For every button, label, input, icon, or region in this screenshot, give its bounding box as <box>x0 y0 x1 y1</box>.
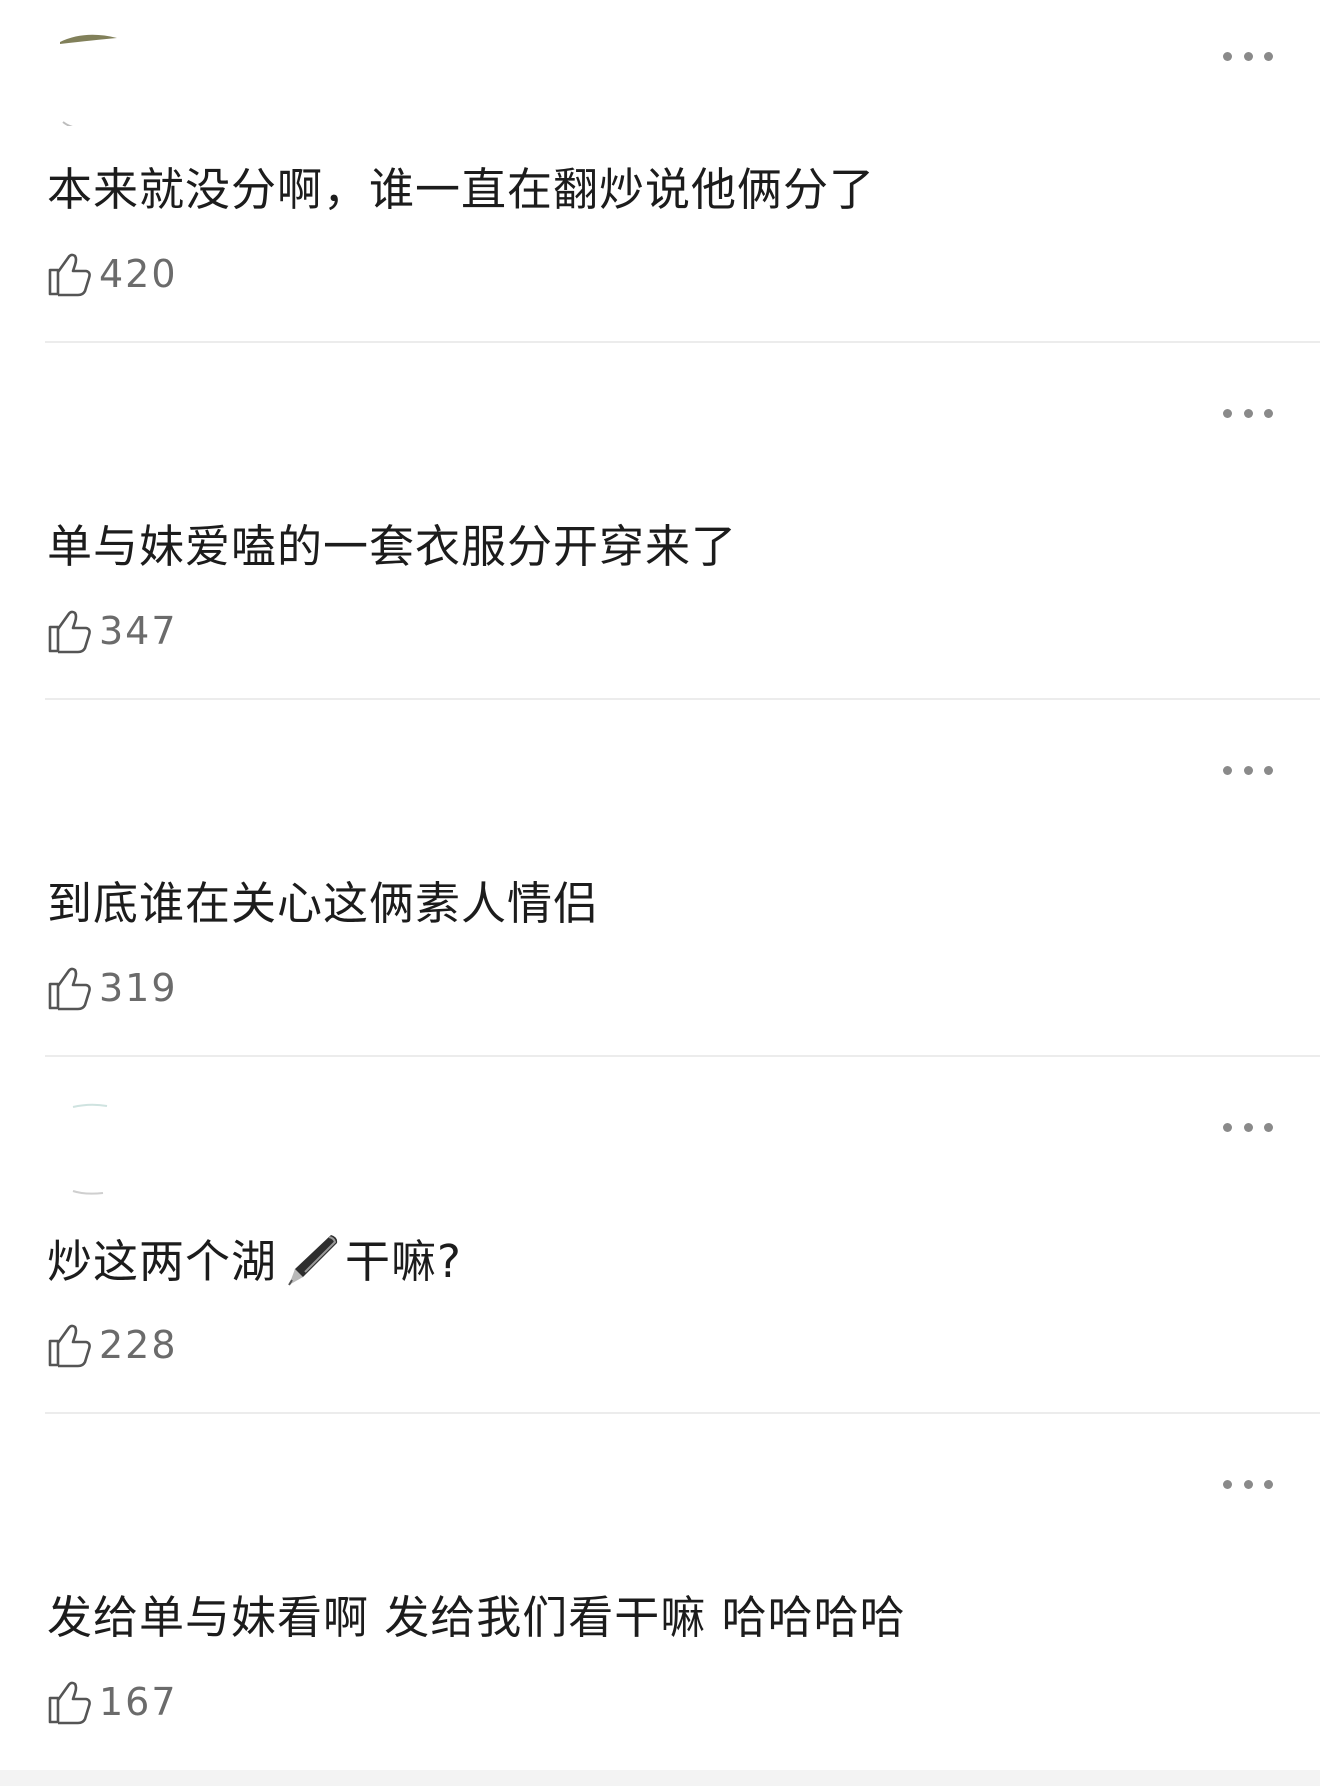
comment-item: 单与妹爱嗑的一套衣服分开穿来了 347 <box>0 357 1320 714</box>
more-dots-icon <box>1223 51 1232 61</box>
thumbs-up-icon <box>48 1681 91 1725</box>
more-dots-icon <box>1223 408 1232 418</box>
comment-text-part: 炒这两个湖 <box>47 1235 278 1288</box>
more-dots-icon <box>1223 1122 1232 1132</box>
divider <box>45 698 1320 700</box>
comment-text: 到底谁在关心这俩素人情侣 <box>47 877 600 930</box>
more-options-button[interactable] <box>1223 1472 1273 1496</box>
avatar[interactable] <box>55 1101 125 1197</box>
more-dots-icon <box>1223 1479 1232 1489</box>
thumbs-up-icon <box>48 610 91 654</box>
pen-emoji <box>288 1235 338 1286</box>
more-dots-icon <box>1223 765 1232 775</box>
like-count: 347 <box>99 609 178 653</box>
like-count: 319 <box>99 966 178 1010</box>
avatar[interactable] <box>55 30 125 126</box>
like-button[interactable]: 228 <box>47 1319 178 1371</box>
bottom-bar <box>0 1770 1320 1786</box>
like-button[interactable]: 167 <box>47 1676 178 1728</box>
comment-text: 本来就没分啊，谁一直在翻炒说他俩分了 <box>47 163 876 216</box>
divider <box>45 1412 1320 1414</box>
like-count: 167 <box>99 1680 178 1724</box>
comment-item: 发给单与妹看啊 发给我们看干嘛 哈哈哈哈 167 <box>0 1428 1320 1785</box>
like-count: 420 <box>99 252 178 296</box>
thumbs-up-icon <box>48 967 91 1011</box>
more-options-button[interactable] <box>1223 44 1273 68</box>
like-button[interactable]: 347 <box>47 605 178 657</box>
comment-text: 单与妹爱嗑的一套衣服分开穿来了 <box>47 520 738 573</box>
comment-item: 到底谁在关心这俩素人情侣 319 <box>0 714 1320 1071</box>
more-options-button[interactable] <box>1223 758 1273 782</box>
comment-item: 炒这两个湖 干嘛? 228 <box>0 1071 1320 1428</box>
comment-item: 本来就没分啊，谁一直在翻炒说他俩分了 420 <box>0 0 1320 357</box>
like-button[interactable]: 420 <box>47 248 178 300</box>
thumbs-up-icon <box>48 253 91 297</box>
comment-text: 发给单与妹看啊 发给我们看干嘛 哈哈哈哈 <box>47 1591 906 1644</box>
like-button[interactable]: 319 <box>47 962 178 1014</box>
divider <box>45 1055 1320 1057</box>
more-options-button[interactable] <box>1223 401 1273 425</box>
like-count: 228 <box>99 1323 178 1367</box>
comment-text: 炒这两个湖 干嘛? <box>47 1231 462 1292</box>
comment-text-part: 干嘛? <box>345 1235 462 1288</box>
more-options-button[interactable] <box>1223 1115 1273 1139</box>
thumbs-up-icon <box>48 1324 91 1368</box>
divider <box>45 341 1320 343</box>
